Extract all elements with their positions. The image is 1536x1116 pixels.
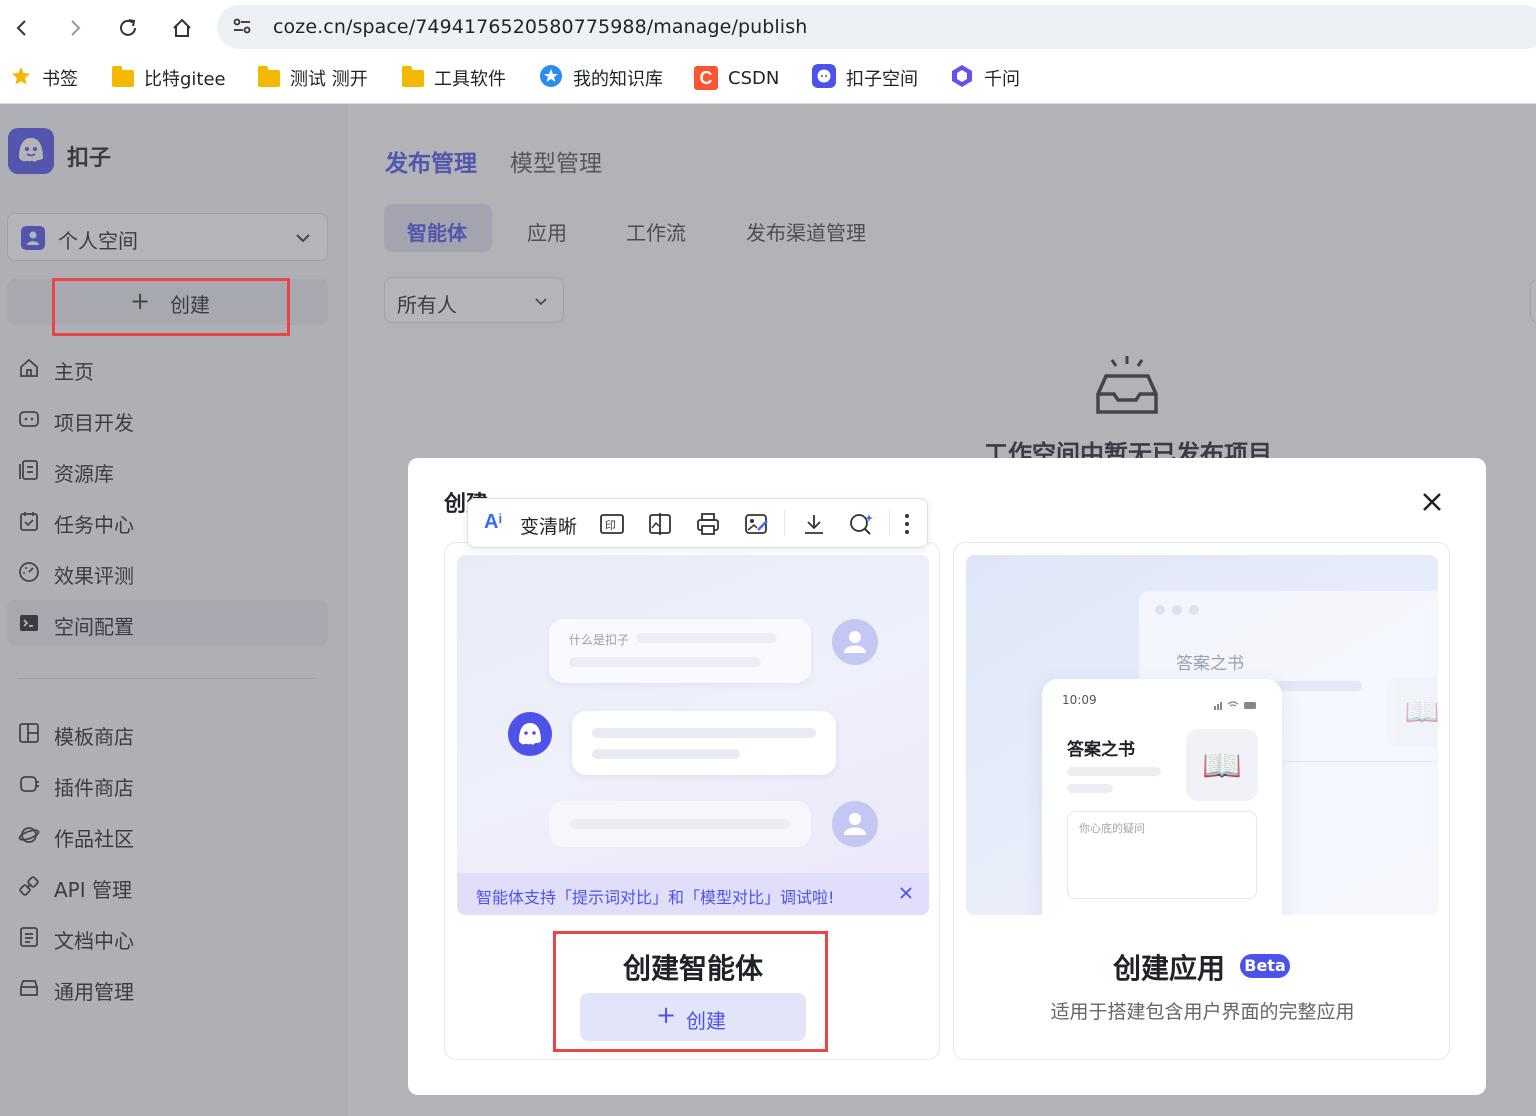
- user-avatar-icon: [832, 801, 878, 847]
- folder-icon: [402, 65, 424, 87]
- download-icon[interactable]: [802, 512, 826, 540]
- url-text: coze.cn/space/7494176520580775988/manage…: [273, 16, 808, 38]
- app-card-title: 创建应用: [1113, 952, 1226, 985]
- edit-image-icon[interactable]: [744, 512, 770, 540]
- csdn-icon: C: [694, 66, 718, 90]
- placeholder-line: [1067, 784, 1113, 793]
- app-card[interactable]: 答案之书 📖 10:09 答案之书 📖 你心底的疑问 创建应用 Beta 适用于…: [953, 542, 1450, 1060]
- folder-icon: [258, 65, 280, 87]
- bookmark-item[interactable]: 扣子空间: [812, 56, 918, 100]
- bookmarks-bar: 书签 比特gitee 测试 测开 工具软件 我的知识库 C CSDN 扣子空间 …: [0, 56, 1536, 104]
- create-modal: 创建 什么是扣子 智能体支持「提示词对比」和「模型对比」调试啦! 创建智能体 +…: [408, 458, 1486, 1095]
- close-icon[interactable]: [1418, 488, 1446, 520]
- browser-toolbar: coze.cn/space/7494176520580775988/manage…: [0, 0, 1536, 56]
- highlight-box-create-agent: [553, 931, 828, 1052]
- image-toolbar: Ai 变清晰 印: [467, 498, 928, 548]
- back-icon[interactable]: [4, 10, 40, 46]
- agent-preview-image: 什么是扣子 智能体支持「提示词对比」和「模型对比」调试啦!: [457, 555, 929, 915]
- bookmark-label: 扣子空间: [846, 69, 918, 90]
- window-dot: [1172, 605, 1182, 615]
- beta-badge: Beta: [1240, 954, 1290, 978]
- book-icon: 📖: [1387, 677, 1438, 747]
- highlight-box-sidebar-create: [52, 278, 290, 336]
- ocr-icon[interactable]: 印: [599, 512, 625, 540]
- more-icon[interactable]: [904, 513, 910, 539]
- bot-avatar-icon: [507, 711, 553, 757]
- user-avatar-icon: [832, 619, 878, 665]
- folder-icon: [112, 65, 134, 87]
- qianwen-icon: [950, 64, 974, 93]
- bookmark-label: 测试 测开: [290, 69, 368, 90]
- bookmark-label: CSDN: [728, 67, 780, 89]
- site-settings-icon[interactable]: [231, 15, 253, 41]
- placeholder-line: [569, 819, 791, 829]
- banner-close-icon[interactable]: [899, 885, 913, 904]
- placeholder-line: [592, 728, 816, 738]
- bookmark-item[interactable]: 我的知识库: [539, 56, 663, 100]
- print-icon[interactable]: [696, 512, 720, 540]
- chat-bubble-bot: [572, 711, 836, 775]
- toolbar-divider: [784, 510, 785, 536]
- chat-bubble-user-2: [549, 801, 811, 847]
- star-icon: [10, 65, 32, 92]
- placeholder-line: [592, 749, 740, 759]
- phone-question-input: 你心底的疑问: [1067, 811, 1257, 899]
- bookmark-item[interactable]: 工具软件: [402, 56, 506, 100]
- bookmark-label: 千问: [984, 69, 1020, 90]
- bookmark-label: 我的知识库: [573, 69, 663, 90]
- window-dot: [1155, 605, 1165, 615]
- bookmark-item[interactable]: 书签: [10, 56, 78, 100]
- book-icon: 📖: [1186, 729, 1258, 801]
- bookmark-item[interactable]: 比特gitee: [112, 56, 226, 100]
- chat-question: 什么是扣子: [569, 633, 630, 647]
- desktop-book-title: 答案之书: [1176, 654, 1244, 674]
- app-card-desc: 适用于搭建包含用户界面的完整应用: [1050, 1001, 1355, 1023]
- home-icon[interactable]: [164, 10, 200, 46]
- banner-text: 智能体支持「提示词对比」和「模型对比」调试啦!: [476, 888, 835, 907]
- phone-title: 答案之书: [1067, 740, 1135, 760]
- placeholder-line: [1067, 767, 1161, 776]
- ai-enhance-icon[interactable]: Ai: [484, 511, 502, 534]
- ai-search-icon[interactable]: [849, 512, 875, 540]
- bookmark-label: 比特gitee: [144, 69, 226, 90]
- phone-time: 10:09: [1062, 693, 1097, 707]
- bookmark-label: 书签: [42, 69, 78, 90]
- bookmark-item[interactable]: C CSDN: [694, 56, 779, 100]
- compare-icon[interactable]: [648, 512, 672, 540]
- placeholder-line: [637, 633, 777, 643]
- bookmark-item[interactable]: 千问: [950, 56, 1020, 100]
- phone-mockup: 10:09 答案之书 📖 你心底的疑问: [1042, 679, 1282, 915]
- enhance-label[interactable]: 变清晰: [520, 512, 577, 539]
- phone-input-placeholder: 你心底的疑问: [1079, 822, 1145, 835]
- coze-icon: [812, 63, 836, 93]
- app-preview-image: 答案之书 📖 10:09 答案之书 📖 你心底的疑问: [966, 555, 1438, 915]
- chat-bubble-user: 什么是扣子: [549, 619, 811, 683]
- reload-icon[interactable]: [110, 10, 146, 46]
- phone-status-icons: [1214, 695, 1260, 714]
- bookmark-label: 工具软件: [434, 69, 506, 90]
- feature-banner: 智能体支持「提示词对比」和「模型对比」调试啦!: [457, 873, 929, 915]
- placeholder-line: [569, 657, 761, 667]
- toolbar-divider: [889, 510, 890, 536]
- forward-icon[interactable]: [57, 10, 93, 46]
- window-dot: [1189, 605, 1199, 615]
- knowledge-icon: [539, 64, 563, 93]
- bookmark-item[interactable]: 测试 测开: [258, 56, 368, 100]
- svg-text:印: 印: [605, 519, 616, 532]
